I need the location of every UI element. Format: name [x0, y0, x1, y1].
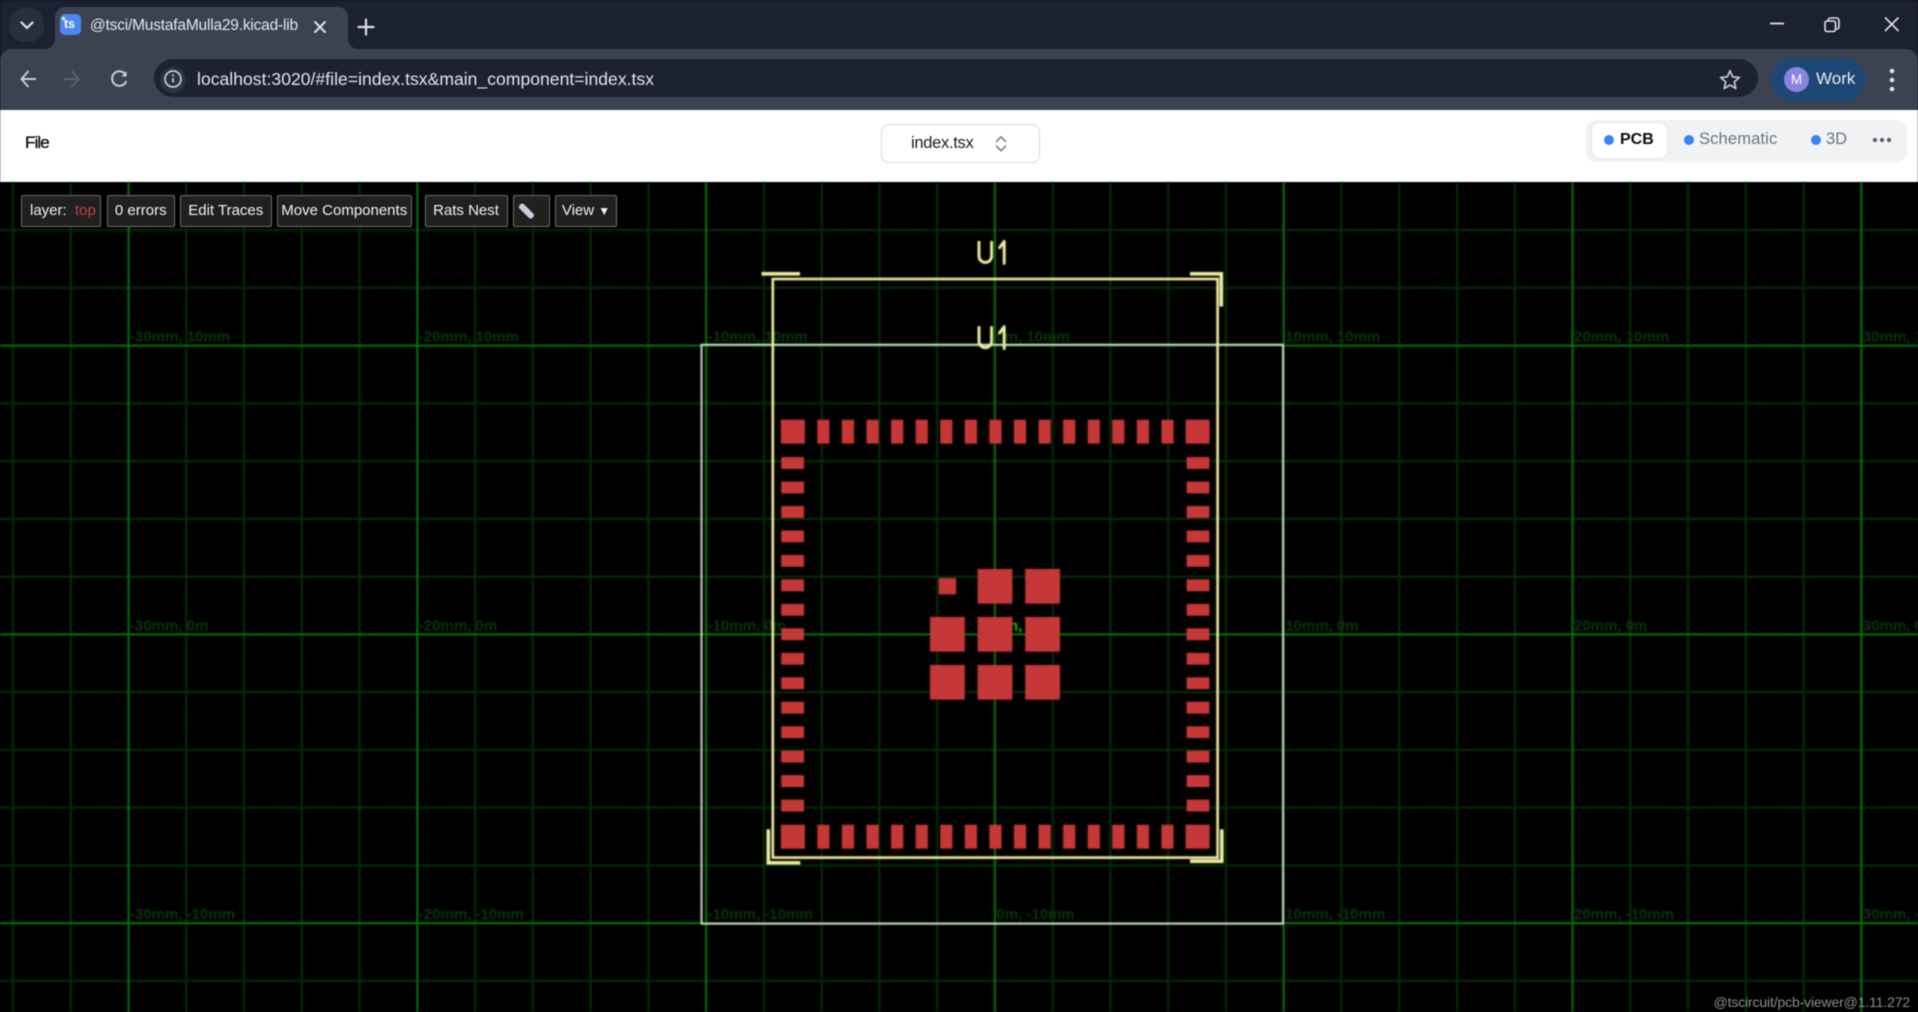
- svg-text:-20mm, 10mm: -20mm, 10mm: [419, 329, 519, 346]
- svg-text:0m, 10mm: 0m, 10mm: [996, 329, 1069, 346]
- svg-text:10mm, -10mm: 10mm, -10mm: [1285, 906, 1385, 923]
- svg-text:-10mm, -10mm: -10mm, -10mm: [708, 906, 813, 923]
- svg-text:20mm, 10mm: 20mm, 10mm: [1574, 329, 1669, 346]
- svg-text:20mm, 0m: 20mm, 0m: [1574, 617, 1647, 634]
- svg-text:-30mm, 10mm: -30mm, 10mm: [130, 329, 230, 346]
- svg-text:20mm, -10mm: 20mm, -10mm: [1574, 906, 1674, 923]
- svg-text:30mm, 10mm: 30mm, 10mm: [1863, 329, 1918, 346]
- svg-text:30mm, -10mm: 30mm, -10mm: [1863, 906, 1918, 923]
- svg-text:-30mm, 0m: -30mm, 0m: [130, 617, 208, 634]
- svg-text:10mm, 10mm: 10mm, 10mm: [1285, 329, 1380, 346]
- svg-text:10mm, 0m: 10mm, 0m: [1285, 617, 1358, 634]
- svg-text:30mm, 0m: 30mm, 0m: [1863, 617, 1918, 634]
- svg-text:-10mm, 10mm: -10mm, 10mm: [708, 329, 808, 346]
- svg-text:-20mm, 0m: -20mm, 0m: [419, 617, 497, 634]
- svg-text:-20mm, -10mm: -20mm, -10mm: [419, 906, 524, 923]
- svg-text:-10mm, 0m: -10mm, 0m: [708, 617, 786, 634]
- svg-text:0m, -10mm: 0m, -10mm: [996, 906, 1074, 923]
- svg-text:-30mm, -10mm: -30mm, -10mm: [130, 906, 235, 923]
